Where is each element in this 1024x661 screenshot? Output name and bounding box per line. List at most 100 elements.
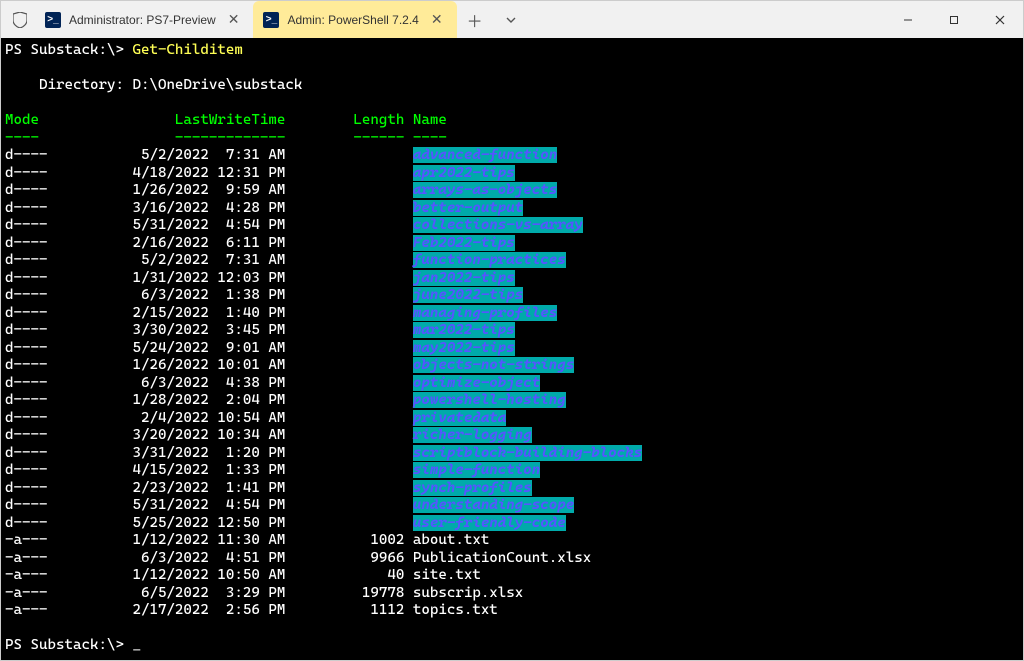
cell-mode: d---- (5, 497, 124, 515)
cell-datetime: 5/2/2022 7:31 AM (124, 252, 285, 270)
powershell-icon: >_ (263, 12, 279, 28)
cell-datetime: 5/31/2022 4:54 PM (124, 497, 285, 515)
directory-name: may2022-tips (413, 340, 515, 356)
cell-length (285, 410, 404, 428)
tab-title: Admin: PowerShell 7.2.4 (287, 13, 418, 27)
cell-length: 9966 (285, 550, 404, 568)
cell-mode: d---- (5, 357, 124, 375)
tab-dropdown-button[interactable] (493, 1, 529, 38)
cell-datetime: 6/5/2022 3:29 PM (124, 585, 285, 603)
col-header-length: Length (285, 112, 404, 128)
file-name: about.txt (413, 532, 489, 548)
cell-length (285, 392, 404, 410)
directory-name: june2022-tips (413, 287, 523, 303)
directory-name: scriptblock-building-blocks (413, 445, 642, 461)
cell-mode: d---- (5, 305, 124, 323)
directory-name: powershell-hosting (413, 392, 566, 408)
cell-mode: d---- (5, 200, 124, 218)
directory-name: privatedata (413, 410, 506, 426)
cell-datetime: 4/15/2022 1:33 PM (124, 462, 285, 480)
cell-length (285, 305, 404, 323)
cell-mode: -a--- (5, 567, 124, 585)
cell-length (285, 165, 404, 183)
powershell-icon: >_ (45, 12, 61, 28)
cell-length (285, 147, 404, 165)
cell-length (285, 182, 404, 200)
terminal-window: >_Administrator: PS7-Preview✕>_Admin: Po… (0, 0, 1024, 661)
directory-name: function-practices (413, 252, 566, 268)
cell-datetime: 1/31/2022 12:03 PM (124, 270, 285, 288)
directory-name: managing-profiles (413, 305, 557, 321)
cell-datetime: 1/26/2022 10:01 AM (124, 357, 285, 375)
cell-length (285, 217, 404, 235)
cell-mode: d---- (5, 427, 124, 445)
file-name: site.txt (413, 567, 481, 583)
directory-name: understanding-scope (413, 497, 574, 513)
cell-length (285, 445, 404, 463)
cell-datetime: 2/15/2022 1:40 PM (124, 305, 285, 323)
cell-datetime: 1/28/2022 2:04 PM (124, 392, 285, 410)
terminal-output[interactable]: PS Substack:\> Get-Childitem Directory: … (1, 38, 1023, 660)
cell-datetime: 2/16/2022 6:11 PM (124, 235, 285, 253)
cell-datetime: 1/12/2022 11:30 AM (124, 532, 285, 550)
cell-length (285, 270, 404, 288)
cell-mode: d---- (5, 147, 124, 165)
cell-datetime: 6/3/2022 1:38 PM (124, 287, 285, 305)
cell-mode: d---- (5, 322, 124, 340)
directory-name: better-output (413, 200, 523, 216)
cell-mode: -a--- (5, 550, 124, 568)
directory-name: advanced-function (413, 147, 557, 163)
cell-mode: d---- (5, 392, 124, 410)
directory-name: arrays-as-objects (413, 182, 557, 198)
cell-mode: d---- (5, 182, 124, 200)
close-button[interactable] (977, 1, 1023, 38)
cell-length (285, 235, 404, 253)
directory-name: jan2022-tips (413, 270, 515, 286)
minimize-button[interactable] (885, 1, 931, 38)
cell-length (285, 497, 404, 515)
file-name: topics.txt (413, 602, 498, 618)
directory-path: D:\OneDrive\substack (132, 77, 302, 93)
directory-name: simple-function (413, 462, 540, 478)
cell-mode: d---- (5, 252, 124, 270)
cell-mode: d---- (5, 217, 124, 235)
cell-length (285, 322, 404, 340)
cell-datetime: 6/3/2022 4:51 PM (124, 550, 285, 568)
cell-datetime: 3/30/2022 3:45 PM (124, 322, 285, 340)
directory-name: objects-not-strings (413, 357, 574, 373)
tab-close-icon[interactable]: ✕ (224, 11, 244, 28)
cell-datetime: 1/26/2022 9:59 AM (124, 182, 285, 200)
directory-name: apr2022-tips (413, 165, 515, 181)
new-tab-button[interactable]: ＋ (457, 1, 493, 38)
directory-name: user-friendly-code (413, 515, 566, 531)
cell-mode: d---- (5, 340, 124, 358)
cell-datetime: 5/25/2022 12:50 PM (124, 515, 285, 533)
file-name: subscrip.xlsx (413, 585, 523, 601)
col-header-mode: Mode (5, 112, 141, 128)
tab-close-icon[interactable]: ✕ (427, 11, 447, 28)
cell-datetime: 3/31/2022 1:20 PM (124, 445, 285, 463)
cell-length (285, 462, 404, 480)
maximize-button[interactable] (931, 1, 977, 38)
cell-length: 1112 (285, 602, 404, 620)
cell-length (285, 515, 404, 533)
cell-datetime: 2/23/2022 1:41 PM (124, 480, 285, 498)
cell-length (285, 427, 404, 445)
cell-mode: -a--- (5, 602, 124, 620)
cell-datetime: 1/12/2022 10:50 AM (124, 567, 285, 585)
titlebar-spacer (1, 1, 9, 38)
tab-0[interactable]: >_Administrator: PS7-Preview✕ (35, 1, 253, 38)
col-header-name: Name (413, 112, 447, 128)
prompt-path: PS Substack:\> (5, 42, 132, 58)
prompt-path: PS Substack:\> (5, 637, 132, 653)
cell-length (285, 200, 404, 218)
cursor: _ (132, 637, 141, 653)
cell-mode: d---- (5, 480, 124, 498)
titlebar[interactable]: >_Administrator: PS7-Preview✕>_Admin: Po… (1, 1, 1023, 38)
cell-length: 1002 (285, 532, 404, 550)
tab-1[interactable]: >_ Admin: PowerShell 7.2.4 ✕ (253, 1, 456, 38)
cell-length: 40 (285, 567, 404, 585)
cell-datetime: 5/31/2022 4:54 PM (124, 217, 285, 235)
cell-length (285, 287, 404, 305)
cell-datetime: 3/20/2022 10:34 AM (124, 427, 285, 445)
